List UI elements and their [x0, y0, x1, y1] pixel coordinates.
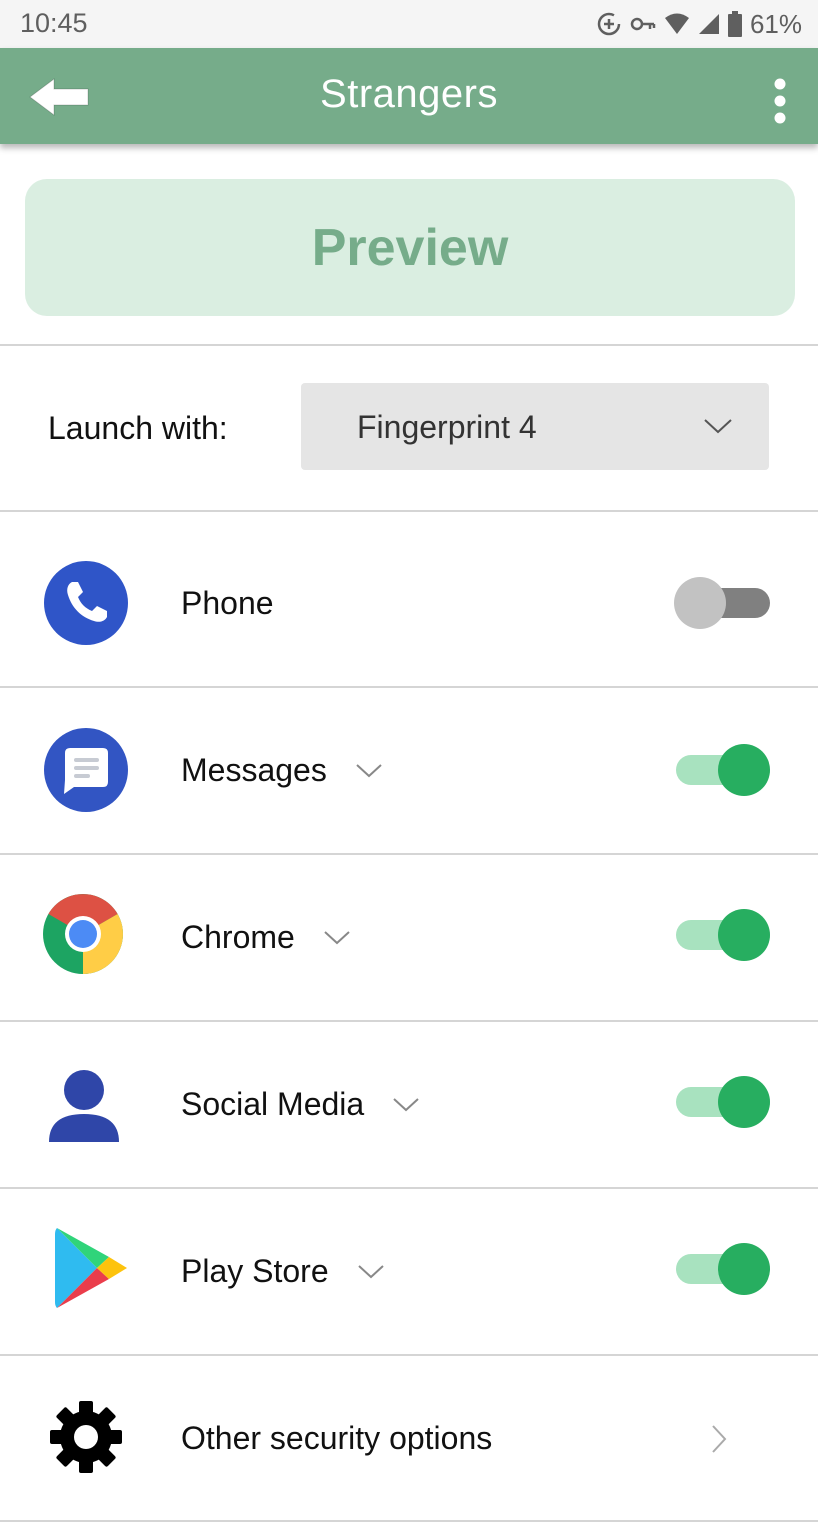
app-label-social-media: Social Media [181, 1086, 365, 1122]
chevron-down-icon[interactable] [323, 930, 351, 946]
launch-method-value: Fingerprint 4 [357, 409, 537, 445]
app-row-play-store: Play Store [0, 1189, 818, 1354]
person-icon [46, 1068, 132, 1154]
toggle-phone[interactable] [674, 575, 770, 631]
app-label-phone: Phone [181, 585, 274, 621]
status-bar: 10:45 61% [0, 0, 818, 48]
app-label-messages: Messages [181, 752, 327, 788]
preview-button[interactable]: Preview [25, 179, 795, 316]
cell-signal-icon [698, 13, 720, 35]
chevron-down-icon[interactable] [357, 1264, 385, 1280]
more-vert-icon [774, 78, 786, 124]
app-label-chrome: Chrome [181, 919, 295, 955]
battery-percent: 61% [749, 8, 802, 39]
app-row-social-media: Social Media [0, 1022, 818, 1187]
other-security-options-label: Other security options [181, 1420, 493, 1456]
more-options-button[interactable] [770, 78, 790, 124]
chrome-app-icon [42, 893, 128, 979]
phone-app-icon [43, 560, 129, 646]
messages-app-icon [43, 727, 129, 813]
app-bar: Strangers [0, 48, 818, 144]
gear-icon [49, 1400, 123, 1474]
status-time: 10:45 [20, 8, 88, 38]
launch-with-label: Launch with: [48, 410, 228, 446]
divider [0, 344, 818, 346]
vpn-key-icon [630, 15, 656, 33]
chevron-down-icon [704, 419, 732, 434]
app-label-play-store: Play Store [181, 1253, 329, 1289]
other-security-options-row[interactable]: Other security options [0, 1356, 818, 1521]
battery-icon [727, 11, 742, 37]
play-store-icon [54, 1226, 140, 1312]
status-icons: 61% [596, 8, 802, 40]
chevron-down-icon[interactable] [392, 1097, 420, 1113]
app-row-phone: Phone [0, 521, 818, 686]
toggle-play-store[interactable] [674, 1241, 770, 1297]
divider [0, 510, 818, 512]
toggle-messages[interactable] [674, 742, 770, 798]
toggle-social-media[interactable] [674, 1074, 770, 1130]
chevron-right-icon [712, 1425, 727, 1453]
page-title: Strangers [320, 72, 498, 116]
wifi-icon [664, 13, 690, 35]
chevron-down-icon[interactable] [355, 763, 383, 779]
app-row-chrome: Chrome [0, 855, 818, 1020]
data-saver-icon [596, 11, 622, 37]
toggle-chrome[interactable] [674, 907, 770, 963]
divider [0, 1520, 818, 1522]
app-row-messages: Messages [0, 688, 818, 853]
launch-method-dropdown[interactable]: Fingerprint 4 [301, 383, 769, 470]
